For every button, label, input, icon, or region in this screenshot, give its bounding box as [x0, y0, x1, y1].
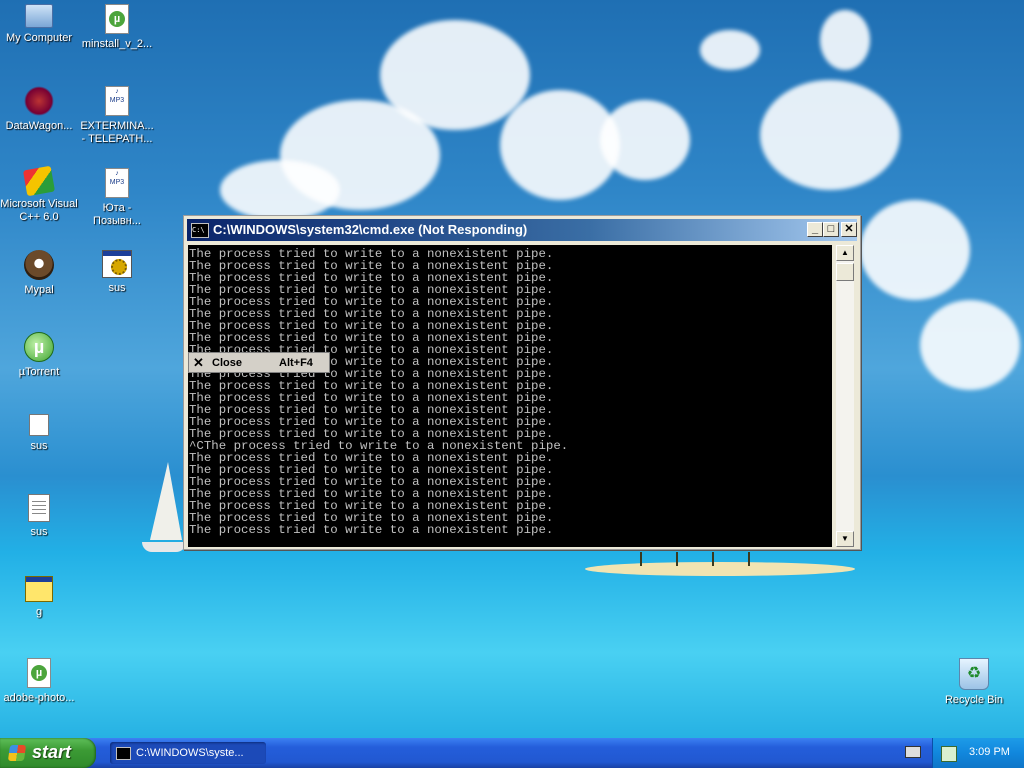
taskbar-button-cmd[interactable]: C:\WINDOWS\syste...: [110, 742, 266, 764]
console-output[interactable]: The process tried to write to a nonexist…: [188, 245, 832, 547]
keyboard-icon[interactable]: [905, 746, 921, 758]
scroll-up-button[interactable]: ▲: [836, 245, 854, 261]
maximize-button[interactable]: □: [823, 222, 839, 237]
close-icon: ✕: [193, 355, 204, 370]
cmd-icon: [116, 747, 131, 760]
icon-label: µTorrent: [18, 366, 60, 378]
start-label: start: [32, 742, 72, 762]
icon-label: adobe-photo...: [3, 692, 75, 704]
cmd-window[interactable]: C:\ C:\WINDOWS\system32\cmd.exe (Not Res…: [183, 215, 861, 550]
desktop-icon-sus-file[interactable]: sus: [0, 414, 78, 453]
taskbar-button-label: C:\WINDOWS\syste...: [136, 747, 244, 759]
utorrent-icon: µ: [24, 332, 54, 362]
icon-label: minstall_v_2...: [81, 38, 153, 50]
window-titlebar[interactable]: C:\ C:\WINDOWS\system32\cmd.exe (Not Res…: [187, 219, 857, 241]
start-button[interactable]: start: [0, 738, 96, 768]
close-button[interactable]: ✕: [841, 222, 857, 237]
desktop-icon-utorrent[interactable]: µ µTorrent: [0, 332, 78, 379]
desktop-icon-recycle-bin[interactable]: ♻ Recycle Bin: [935, 658, 1013, 707]
desktop-icon-my-computer[interactable]: My Computer: [0, 4, 78, 45]
tray-app-icon[interactable]: [941, 746, 957, 762]
window-title: C:\WINDOWS\system32\cmd.exe (Not Respond…: [213, 222, 528, 237]
mypal-icon: [24, 250, 54, 280]
scroll-down-button[interactable]: ▼: [836, 531, 854, 547]
console-text: The process tried to write to a nonexist…: [189, 247, 569, 537]
mp3-file-icon: ♪ MP3: [105, 86, 129, 116]
minimize-button[interactable]: _: [807, 222, 823, 237]
windows-logo-icon: [7, 745, 27, 761]
taskbar: start C:\WINDOWS\syste... 3:09 PM: [0, 738, 1024, 768]
icon-label: Mypal: [24, 284, 54, 296]
cmd-icon[interactable]: C:\: [191, 223, 209, 238]
visual-cpp-icon: [22, 165, 56, 197]
desktop-icon-yuta[interactable]: ♪ MP3 Юта - Позывн...: [78, 168, 156, 228]
text-file-icon: [28, 494, 50, 522]
recycle-bin-icon: ♻: [959, 658, 989, 690]
desktop-icon-exterminatus[interactable]: ♪ MP3 EXTERMINA... - TELEPATH...: [78, 86, 156, 146]
close-shortcut: Alt+F4: [279, 357, 313, 369]
datawagon-icon: [24, 86, 54, 116]
icon-label-line2: C++ 6.0: [19, 211, 59, 223]
desktop-icon-minstall[interactable]: µ minstall_v_2...: [78, 4, 156, 51]
desktop-icon-mypal[interactable]: Mypal: [0, 250, 78, 297]
mp3-file-icon: ♪ MP3: [105, 168, 129, 198]
clock[interactable]: 3:09 PM: [969, 746, 1010, 758]
icon-label: Recycle Bin: [944, 694, 1004, 706]
utorrent-document-icon: µ: [105, 4, 129, 34]
vertical-scrollbar[interactable]: ▲ ▼: [836, 245, 854, 547]
desktop-icon-sus-app[interactable]: sus: [78, 250, 156, 295]
icon-label: EXTERMINA...: [80, 120, 154, 132]
icon-label-line2: - TELEPATH...: [81, 133, 153, 145]
icon-label: sus: [108, 282, 126, 294]
icon-label: DataWagon...: [5, 120, 73, 132]
application-icon: [102, 250, 132, 278]
blank-file-icon: [29, 414, 49, 436]
icon-label: My Computer: [5, 32, 73, 44]
batch-file-icon: [25, 576, 53, 602]
desktop-icon-visual-cpp[interactable]: Microsoft Visual C++ 6.0: [0, 165, 78, 224]
desktop-icon-adobe-photo[interactable]: µ adobe-photo...: [0, 658, 78, 705]
icon-label: g: [35, 606, 43, 618]
close-label: Close: [212, 357, 242, 369]
icon-label: Microsoft Visual: [0, 198, 78, 210]
icon-label: sus: [30, 440, 48, 452]
icon-label-line2: Позывн...: [93, 215, 141, 227]
icon-label: sus: [30, 526, 48, 538]
scroll-thumb[interactable]: [836, 263, 854, 281]
close-menu-item[interactable]: ✕ Close Alt+F4: [188, 352, 330, 373]
my-computer-icon: [25, 4, 53, 28]
desktop-icon-sus-text[interactable]: sus: [0, 494, 78, 539]
desktop-icon-g[interactable]: g: [0, 576, 78, 619]
system-tray: 3:09 PM: [932, 738, 1024, 768]
utorrent-document-icon: µ: [27, 658, 51, 688]
desktop-icon-datawagon[interactable]: DataWagon...: [0, 86, 78, 133]
icon-label: Юта -: [102, 202, 132, 214]
